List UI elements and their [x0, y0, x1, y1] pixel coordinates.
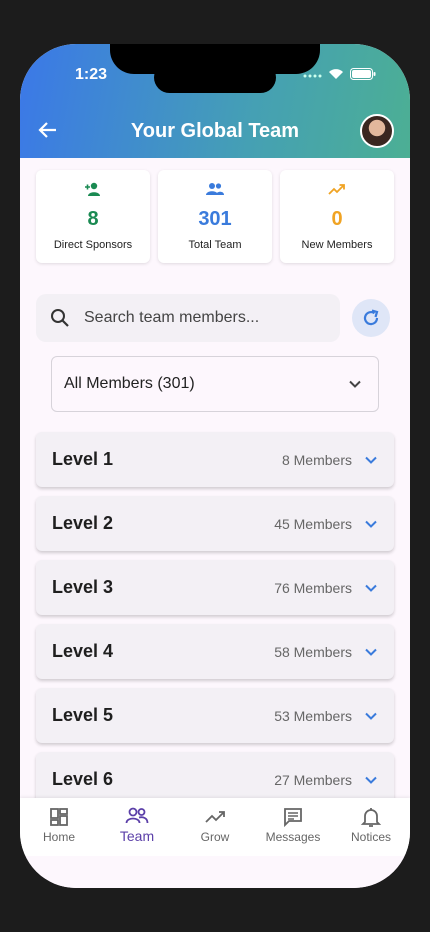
level-name: Level 4 [52, 641, 114, 661]
level-name: Level 2 [52, 513, 114, 533]
bell-icon [360, 808, 382, 827]
home-indicator-area [20, 856, 410, 888]
stat-card-new-members: 0 New Members [280, 170, 394, 263]
stat-card-total-team: 301 Total Team [158, 170, 272, 263]
nav-label: Home [42, 830, 75, 844]
level-member-count: 45 Members [274, 515, 352, 532]
level-member-count: 27 Members [274, 771, 352, 788]
chevron-down-icon [365, 520, 377, 528]
person-add-icon [85, 182, 100, 196]
stats-row: 8 Direct Sponsors 301 Total Team 0 New M… [36, 170, 394, 263]
level-member-count: 76 Members [274, 579, 352, 596]
level-name: Level 3 [52, 577, 114, 597]
bottom-nav: Home Team Grow Messages Notices [20, 798, 410, 856]
filter-selected-value: All Members (301) [64, 375, 195, 392]
stat-label: Direct Sponsors [53, 239, 133, 251]
trending-up-icon [328, 184, 345, 195]
chevron-down-icon [349, 380, 361, 388]
level-name: Level 1 [52, 449, 114, 469]
nav-item-notices[interactable]: Notices [332, 798, 410, 856]
dynamic-island [154, 62, 276, 93]
phone-screen: 1:23 Your Global Team 8 Direct Sponsors … [20, 44, 410, 888]
level-member-count: 8 Members [281, 451, 352, 468]
refresh-icon [363, 309, 379, 326]
battery-icon [350, 68, 376, 80]
levels-list: Level 1 8 Members Level 2 45 Members Lev… [36, 432, 394, 816]
level-member-count: 58 Members [274, 643, 352, 660]
level-item[interactable]: Level 2 45 Members [36, 496, 394, 551]
people-icon [125, 807, 149, 824]
chevron-down-icon [365, 776, 377, 784]
trending-up-icon [205, 811, 225, 823]
app-header: 1:23 Your Global Team [20, 44, 410, 158]
stat-label: New Members [301, 239, 373, 251]
member-filter-dropdown[interactable]: All Members (301) [51, 356, 379, 412]
level-member-count: 53 Members [274, 707, 352, 724]
chevron-down-icon [365, 584, 377, 592]
wifi-icon [329, 69, 343, 79]
nav-label: Grow [200, 830, 230, 844]
nav-label: Messages [265, 830, 321, 844]
page-title: Your Global Team [130, 120, 300, 142]
stat-value: 8 [87, 208, 99, 230]
chevron-down-icon [365, 648, 377, 656]
refresh-button[interactable] [352, 299, 390, 337]
level-item[interactable]: Level 3 76 Members [36, 560, 394, 615]
level-item[interactable]: Level 4 58 Members [36, 624, 394, 679]
stat-label: Total Team [188, 239, 242, 251]
status-time: 1:23 [75, 66, 108, 83]
search-input[interactable] [84, 309, 324, 327]
nav-label: Team [119, 828, 155, 844]
chevron-down-icon [365, 712, 377, 720]
level-name: Level 5 [52, 705, 114, 725]
nav-item-home[interactable]: Home [20, 798, 98, 856]
chevron-down-icon [365, 456, 377, 464]
search-icon [51, 309, 69, 327]
stat-value: 301 [198, 208, 232, 230]
stat-card-direct-sponsors: 8 Direct Sponsors [36, 170, 150, 263]
level-item[interactable]: Level 5 53 Members [36, 688, 394, 743]
avatar[interactable] [360, 114, 394, 148]
group-icon [206, 183, 224, 195]
level-item[interactable]: Level 1 8 Members [36, 432, 394, 487]
signal-icon [303, 74, 322, 78]
message-icon [284, 808, 302, 828]
status-icons [302, 68, 376, 80]
dashboard-icon [50, 808, 68, 826]
nav-item-grow[interactable]: Grow [176, 798, 254, 856]
search-bar [36, 294, 340, 342]
stat-value: 0 [331, 208, 343, 230]
level-name: Level 6 [52, 769, 114, 789]
nav-item-team[interactable]: Team [98, 798, 176, 856]
nav-item-messages[interactable]: Messages [254, 798, 332, 856]
nav-label: Notices [350, 830, 391, 844]
